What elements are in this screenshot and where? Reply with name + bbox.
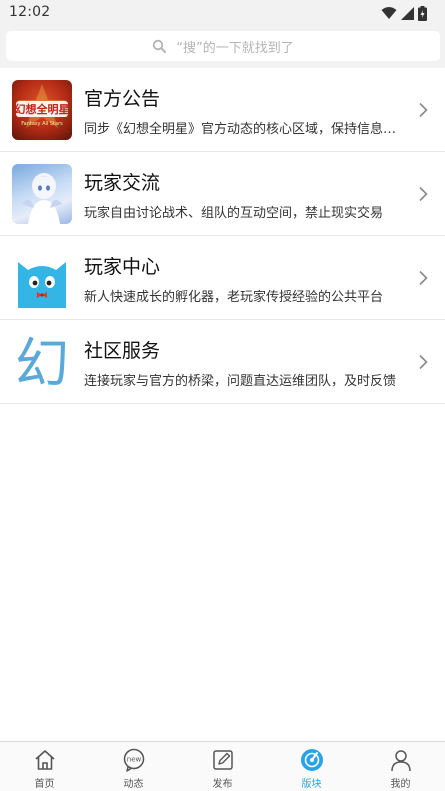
forum-description: 同步《幻想全明星》官方动态的核心区域，保持信息第一时间同步 xyxy=(84,122,399,137)
battery-icon xyxy=(418,5,427,21)
forum-description: 连接玩家与官方的桥梁，问题直达运维团队，及时反馈 xyxy=(84,374,397,389)
thumbnail-glyph: 幻 xyxy=(15,332,69,392)
calligraphy-character-thumbnail: 幻 xyxy=(12,332,72,392)
chevron-right-icon xyxy=(419,186,428,202)
game-logo-thumbnail: 幻想全明星 Fantasy All Stars xyxy=(12,80,72,140)
search-placeholder: “搜”的一下就找到了 xyxy=(176,40,294,56)
forum-list: 幻想全明星 Fantasy All Stars 官方公告 同步《幻想全明星》官方… xyxy=(0,68,445,404)
forum-title: 社区服务 xyxy=(84,340,161,362)
tab-label: 动态 xyxy=(123,779,144,790)
forum-item-official-announcements[interactable]: 幻想全明星 Fantasy All Stars 官方公告 同步《幻想全明星》官方… xyxy=(0,68,445,152)
search-bar-container: “搜”的一下就找到了 xyxy=(0,26,445,68)
status-icons xyxy=(381,5,427,21)
tab-home[interactable]: 首页 xyxy=(0,742,89,791)
tab-feed[interactable]: new 动态 xyxy=(89,742,178,791)
wifi-icon xyxy=(381,7,397,19)
tab-label: 发布 xyxy=(212,779,233,790)
forum-title: 官方公告 xyxy=(84,88,161,110)
thumbnail-logo-text: 幻想全明星 xyxy=(15,102,70,116)
status-bar: 12:02 xyxy=(0,0,445,26)
forum-item-community-service[interactable]: 幻 社区服务 连接玩家与官方的桥梁，问题直达运维团队，及时反馈 xyxy=(0,320,445,404)
forum-item-player-center[interactable]: 玩家中心 新人快速成长的孵化器，老玩家传授经验的公共平台 xyxy=(0,236,445,320)
compass-icon xyxy=(300,749,323,771)
search-input[interactable]: “搜”的一下就找到了 xyxy=(6,31,440,61)
new-badge-icon: new xyxy=(123,748,144,772)
thumbnail-logo-subtext: Fantasy All Stars xyxy=(21,121,63,127)
forum-description: 新人快速成长的孵化器，老玩家传授经验的公共平台 xyxy=(84,290,384,305)
forum-item-player-exchange[interactable]: 玩家交流 玩家自由讨论战术、组队的互动空间，禁止现实交易 xyxy=(0,152,445,236)
tab-label: 版块 xyxy=(301,779,322,790)
tab-label: 首页 xyxy=(34,779,55,790)
edit-icon xyxy=(212,750,233,770)
signal-icon xyxy=(401,6,414,20)
search-icon xyxy=(153,39,167,53)
user-icon xyxy=(390,750,411,772)
chevron-right-icon xyxy=(419,102,428,118)
tab-forums[interactable]: 版块 xyxy=(267,742,356,791)
tab-post[interactable]: 发布 xyxy=(178,742,267,791)
status-time: 12:02 xyxy=(9,4,51,20)
bottom-tab-bar: 首页 new 动态 发布 版块 我的 xyxy=(0,741,445,791)
blue-cat-mascot-thumbnail xyxy=(12,248,72,308)
new-badge-text: new xyxy=(126,756,141,764)
anime-character-thumbnail xyxy=(12,164,72,224)
forum-description: 玩家自由讨论战术、组队的互动空间，禁止现实交易 xyxy=(84,206,384,221)
tab-label: 我的 xyxy=(390,779,411,790)
chevron-right-icon xyxy=(419,270,428,286)
tab-profile[interactable]: 我的 xyxy=(356,742,445,791)
forum-title: 玩家中心 xyxy=(84,256,161,278)
chevron-right-icon xyxy=(419,354,428,370)
forum-title: 玩家交流 xyxy=(84,172,161,194)
home-icon xyxy=(34,750,55,770)
